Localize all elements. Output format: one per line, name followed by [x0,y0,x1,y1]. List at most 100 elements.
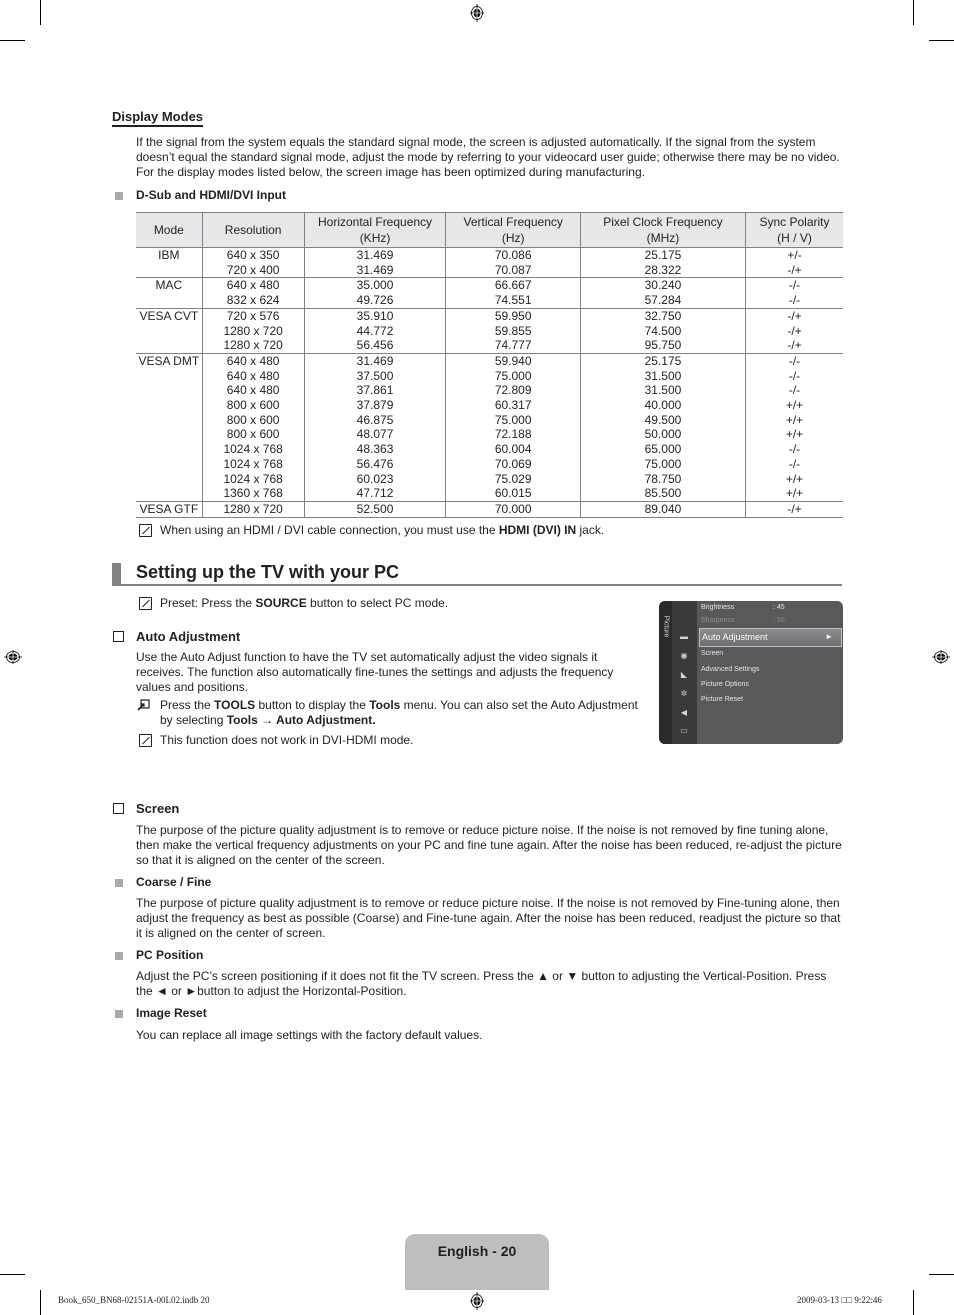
resolution-cell: 1024 x 768 [201,471,305,487]
pixel-clock-cell: 50.000 [579,427,746,443]
v-freq-cell: 60.004 [445,442,581,457]
mode-cell [136,263,202,278]
pixel-clock-cell: 89.040 [579,500,746,518]
page-number-tab: English - 20 [405,1234,549,1290]
header-line: Horizontal Frequency [318,215,433,229]
input-icon: ◀ [680,708,688,717]
header-line: Sync Polarity [759,215,830,229]
table-row: VESA CVT 720 x 576 35.910 59.950 32.750 -/+ [136,307,843,324]
crop-mark [929,40,954,41]
table-row: IBM 640 x 350 31.469 70.086 25.175 +/- [136,246,843,263]
h-freq-cell: 56.476 [303,456,446,472]
resolution-cell: 640 x 480 [201,383,305,399]
mode-cell: VESA CVT [136,307,203,324]
osd-item-screen[interactable]: Screen [701,650,723,657]
osd-item-picture-reset[interactable]: Picture Reset [701,696,743,703]
sound-icon: ◉ [680,651,688,660]
image-reset-title: Image Reset [136,1006,207,1020]
sync-polarity-cell: +/+ [745,427,843,443]
hdmi-note: When using an HDMI / DVI cable connectio… [160,523,604,538]
sync-polarity-cell: +/- [745,246,843,263]
resolution-cell: 640 x 480 [201,352,305,369]
osd-item-advanced-settings[interactable]: Advanced Settings [701,666,759,673]
mode-cell [136,413,202,428]
square-bullet-icon [115,879,123,887]
sync-polarity-cell: -/+ [745,323,843,339]
resolution-cell: 720 x 576 [201,307,305,324]
display-modes-table: Mode Resolution Horizontal Frequency (KHz) V… [136,212,843,518]
table-row: 800 x 600 48.077 72.188 50.000 +/+ [136,427,843,443]
v-freq-cell: 59.950 [445,307,581,324]
crop-mark [929,1274,954,1275]
table-row: 832 x 624 49.726 74.551 57.284 -/- [136,293,843,309]
table-row: 640 x 480 37.861 72.809 31.500 -/- [136,383,843,399]
h-freq-cell: 37.861 [303,383,446,399]
input-heading: D-Sub and HDMI/DVI Input [136,188,286,202]
osd-item-auto-adjustment[interactable]: Auto Adjustment ► [699,628,842,647]
checkbox-bullet-icon [113,803,124,814]
osd-value-sharpness: : 50 [773,617,785,624]
pc-setup-title: Setting up the TV with your PC [136,562,399,582]
osd-item-brightness[interactable]: Brightness [701,604,734,611]
pixel-clock-cell: 25.175 [579,352,746,369]
osd-item-sharpness[interactable]: Sharpness [701,617,734,624]
pixel-clock-cell: 78.750 [579,471,746,487]
resolution-cell: 800 x 600 [201,398,305,413]
coarse-fine-body: The purpose of picture quality adjustmen… [136,896,841,940]
registration-mark-icon [470,1292,484,1310]
note-icon [139,597,152,610]
note-text: button to select PC mode. [306,596,449,610]
mode-cell [136,486,202,501]
note-text: When using an HDMI / DVI cable connectio… [160,523,499,537]
header-line: Pixel Clock Frequency [603,215,723,229]
table-row: 800 x 600 37.879 60.317 40.000 +/+ [136,398,843,413]
mode-cell: VESA DMT [136,352,203,369]
table-row: 1360 x 768 47.712 60.015 85.500 +/+ [136,486,843,502]
checkbox-bullet-icon [113,631,124,642]
v-freq-cell: 70.000 [445,500,581,518]
pixel-clock-cell: 95.750 [579,338,746,354]
mode-cell [136,457,202,472]
v-freq-cell: 72.809 [445,383,581,399]
osd-item-picture-options[interactable]: Picture Options [701,681,749,688]
h-freq-cell: 60.023 [303,471,446,487]
registration-mark-icon [470,4,484,22]
h-freq-cell: 56.456 [303,338,446,354]
coarse-fine-title: Coarse / Fine [136,875,212,889]
v-freq-cell: 75.000 [445,368,581,384]
resolution-cell: 1280 x 720 [201,323,305,339]
pixel-clock-cell: 30.240 [579,277,746,294]
note-text: Press the [160,698,215,712]
channel-icon: ◣ [680,670,688,679]
h-freq-cell: 48.077 [303,427,446,443]
resolution-cell: 800 x 600 [201,412,305,428]
auto-adjustment-title: Auto Adjustment [136,629,241,644]
h-freq-cell: 52.500 [303,500,446,518]
v-freq-cell: 60.317 [445,398,581,413]
table-row: 1024 x 768 56.476 70.069 75.000 -/- [136,456,843,472]
mode-cell [136,383,202,398]
note-text: Preset: Press the [160,596,256,610]
tv-osd-menu: Picture ▬ ◉ ◣ ✲ ◀ ▭ Brightness : 45 Shar… [659,601,843,744]
resolution-cell: 832 x 624 [201,293,305,309]
display-modes-title: Display Modes [112,109,204,127]
sync-polarity-cell: -/+ [745,338,843,354]
sync-polarity-cell: +/+ [745,486,843,502]
table-header-cell: Pixel Clock Frequency (MHz) [579,212,746,248]
registration-mark-icon [932,650,950,664]
v-freq-cell: 70.087 [445,262,581,278]
note-text: jack. [576,523,605,537]
mode-cell [136,324,202,339]
mode-cell: VESA GTF [136,500,203,518]
h-freq-cell: 48.363 [303,442,446,457]
v-freq-cell: 72.188 [445,427,581,443]
tools-icon [137,699,150,711]
note-text: button to display the [255,698,370,712]
h-freq-cell: 35.000 [303,277,446,294]
note-bold-text: TOOLS [214,698,256,712]
pc-position-title: PC Position [136,948,204,962]
v-freq-cell: 75.000 [445,412,581,428]
arrow-right-icon: ► [825,632,833,641]
preset-note: Preset: Press the SOURCE button to selec… [160,596,448,611]
mode-cell: IBM [136,246,203,263]
